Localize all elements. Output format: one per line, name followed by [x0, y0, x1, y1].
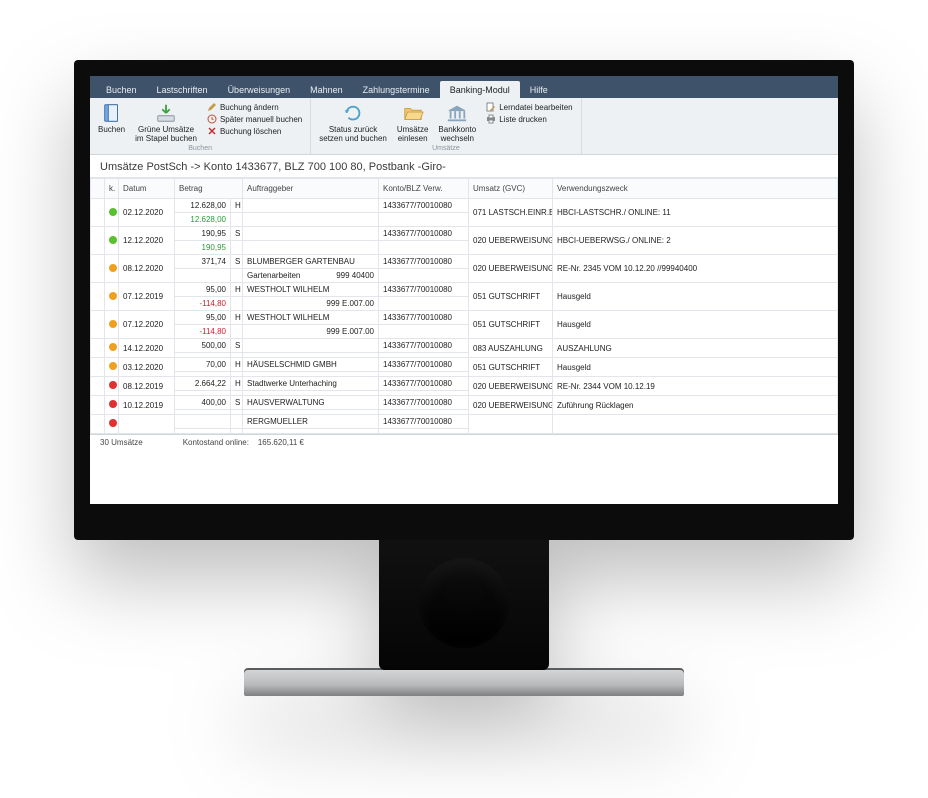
delete-icon — [207, 126, 217, 136]
status-dot-icon — [109, 343, 117, 351]
bankkonto-wechseln-label: Bankkonto wechseln — [438, 125, 476, 143]
status-dot-icon — [109, 320, 117, 328]
col-mark[interactable]: k. — [105, 179, 119, 199]
spaeter-manuell-label: Später manuell buchen — [220, 115, 302, 124]
monitor-foot — [244, 668, 684, 696]
col-datum[interactable]: Datum — [119, 179, 175, 199]
monitor-neck — [379, 540, 549, 670]
buchung-aendern-label: Buchung ändern — [220, 103, 279, 112]
col-umsatz[interactable]: Umsatz (GVC) — [469, 179, 553, 199]
tab--berweisungen[interactable]: Überweisungen — [218, 81, 301, 98]
status-bar: 30 Umsätze Kontostand online: 165.620,11… — [90, 434, 838, 450]
edit-file-icon — [486, 102, 496, 112]
tab-banking-modul[interactable]: Banking-Modul — [440, 81, 520, 98]
ribbon-group-umsaetze-label: Umsätze — [319, 145, 572, 152]
liste-drucken-label: Liste drucken — [499, 115, 547, 124]
umsaetze-einlesen-label: Umsätze einlesen — [397, 125, 429, 143]
table-row[interactable]: 08.12.20192.664,22HStadtwerke Unterhachi… — [91, 377, 838, 391]
table-row[interactable]: 08.12.2020371,74SBLUMBERGER GARTENBAU143… — [91, 255, 838, 269]
tab-mahnen[interactable]: Mahnen — [300, 81, 353, 98]
refresh-icon — [342, 102, 364, 124]
buchung-aendern-button[interactable]: Buchung ändern — [207, 102, 302, 112]
status-dot-icon — [109, 419, 117, 427]
buchen-button[interactable]: Buchen — [98, 102, 125, 134]
table-row[interactable]: RERGMUELLER1433677/70010080 — [91, 415, 838, 429]
status-zurueck-button[interactable]: Status zurück setzen und buchen — [319, 102, 387, 143]
status-balance: Kontostand online: 165.620,11 € — [183, 438, 304, 447]
table-row[interactable]: 02.12.202012.628,00H1433677/70010080071 … — [91, 199, 838, 213]
buchung-mini-group: Buchung ändern Später manuell buchen Buc… — [207, 102, 302, 136]
table-header: k. Datum Betrag Auftraggeber Konto/BLZ V… — [91, 179, 838, 199]
main-tabstrip: BuchenLastschriftenÜberweisungenMahnenZa… — [90, 76, 838, 98]
buchen-button-label: Buchen — [98, 125, 125, 134]
bankkonto-wechseln-button[interactable]: Bankkonto wechseln — [438, 102, 476, 143]
col-status[interactable] — [91, 179, 105, 199]
tab-lastschriften[interactable]: Lastschriften — [147, 81, 218, 98]
monitor-mockup: BuchenLastschriftenÜberweisungenMahnenZa… — [74, 60, 854, 696]
ribbon-group-umsaetze: Status zurück setzen und buchen Umsätze … — [311, 98, 581, 154]
app-screen: BuchenLastschriftenÜberweisungenMahnenZa… — [90, 76, 838, 504]
buchung-loeschen-button[interactable]: Buchung löschen — [207, 126, 302, 136]
umsaetze-mini-group: Lerndatei bearbeiten Liste drucken — [486, 102, 572, 124]
transactions-table: k. Datum Betrag Auftraggeber Konto/BLZ V… — [90, 178, 838, 434]
col-auftraggeber[interactable]: Auftraggeber — [243, 179, 379, 199]
table-row[interactable]: 14.12.2020500,00S1433677/70010080083 AUS… — [91, 339, 838, 353]
table-row[interactable]: 12.12.2020190,95S1433677/70010080020 UEB… — [91, 227, 838, 241]
col-zweck[interactable]: Verwendungszweck — [553, 179, 838, 199]
table-row[interactable]: 07.12.201995,00HWESTHOLT WILHELM1433677/… — [91, 283, 838, 297]
liste-drucken-button[interactable]: Liste drucken — [486, 114, 572, 124]
status-zurueck-label: Status zurück setzen und buchen — [319, 125, 387, 143]
book-icon — [101, 102, 123, 124]
status-count: 30 Umsätze — [100, 438, 143, 447]
ribbon-group-buchen: Buchen Grüne Umsätze im Stapel buchen B — [90, 98, 311, 154]
table-row[interactable]: 10.12.2019400,00SHAUSVERWALTUNG1433677/7… — [91, 396, 838, 410]
edit-icon — [207, 102, 217, 112]
status-dot-icon — [109, 381, 117, 389]
status-dot-icon — [109, 400, 117, 408]
spaeter-manuell-button[interactable]: Später manuell buchen — [207, 114, 302, 124]
ribbon-toolbar: Buchen Grüne Umsätze im Stapel buchen B — [90, 98, 838, 155]
status-dot-icon — [109, 362, 117, 370]
folder-open-icon — [402, 102, 424, 124]
bank-icon — [446, 102, 468, 124]
status-dot-icon — [109, 264, 117, 272]
stapel-buchen-button[interactable]: Grüne Umsätze im Stapel buchen — [135, 102, 197, 143]
status-dot-icon — [109, 208, 117, 216]
print-icon — [486, 114, 496, 124]
table-row[interactable]: 03.12.202070,00HHÄUSELSCHMID GMBH1433677… — [91, 358, 838, 372]
tab-zahlungstermine[interactable]: Zahlungstermine — [353, 81, 440, 98]
clock-icon — [207, 114, 217, 124]
lerndatei-button[interactable]: Lerndatei bearbeiten — [486, 102, 572, 112]
tab-buchen[interactable]: Buchen — [96, 81, 147, 98]
status-dot-icon — [109, 236, 117, 244]
umsaetze-einlesen-button[interactable]: Umsätze einlesen — [397, 102, 429, 143]
tab-hilfe[interactable]: Hilfe — [520, 81, 558, 98]
col-betrag[interactable]: Betrag — [175, 179, 243, 199]
table-row[interactable]: 07.12.202095,00HWESTHOLT WILHELM1433677/… — [91, 311, 838, 325]
col-konto[interactable]: Konto/BLZ Verw. — [379, 179, 469, 199]
download-stack-icon — [155, 102, 177, 124]
status-dot-icon — [109, 292, 117, 300]
buchung-loeschen-label: Buchung löschen — [220, 127, 281, 136]
stapel-label: Grüne Umsätze im Stapel buchen — [135, 125, 197, 143]
ribbon-group-buchen-label: Buchen — [98, 145, 302, 152]
monitor-bezel: BuchenLastschriftenÜberweisungenMahnenZa… — [74, 60, 854, 540]
page-title: Umsätze PostSch -> Konto 1433677, BLZ 70… — [90, 155, 838, 178]
lerndatei-label: Lerndatei bearbeiten — [499, 103, 572, 112]
